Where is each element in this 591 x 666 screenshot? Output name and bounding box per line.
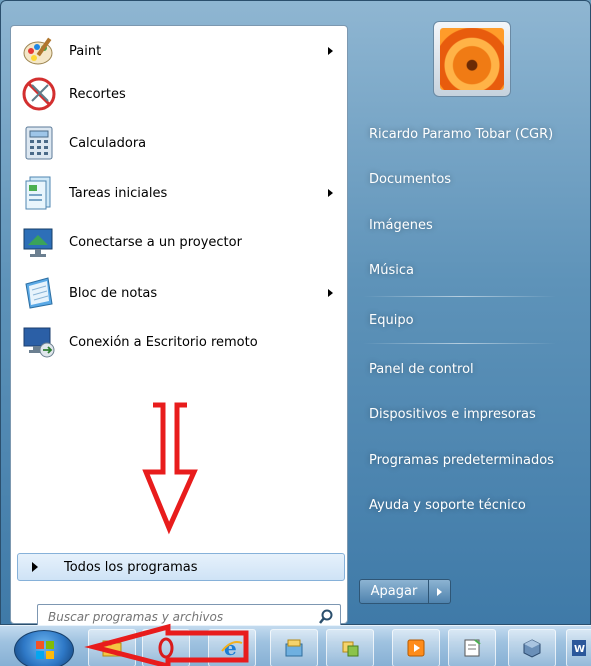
media-player-icon	[407, 639, 425, 657]
program-tareas-iniciales[interactable]: Tareas iniciales	[15, 171, 343, 215]
projector-icon	[21, 224, 57, 260]
program-recortes[interactable]: Recortes	[15, 72, 343, 116]
user-picture[interactable]	[433, 21, 511, 97]
explorer-icon	[102, 640, 122, 657]
right-item-equipo[interactable]: Equipo	[361, 304, 576, 336]
right-item-panel-de-control[interactable]: Panel de control	[361, 353, 576, 385]
notepad-icon	[464, 639, 481, 657]
program-label: Conexión a Escritorio remoto	[69, 334, 258, 350]
notepad-icon	[21, 275, 57, 311]
svg-text:W: W	[574, 644, 585, 655]
taskbar-paint[interactable]	[326, 629, 374, 666]
right-item-dispositivos[interactable]: Dispositivos e impresoras	[361, 398, 576, 430]
right-item-musica[interactable]: Música	[361, 254, 576, 286]
opera-icon	[158, 637, 174, 659]
taskbar-media-player[interactable]	[392, 629, 440, 666]
windows-logo-icon	[36, 641, 54, 659]
right-item-documentos[interactable]: Documentos	[361, 163, 576, 195]
program-label: Conectarse a un proyector	[69, 234, 242, 250]
submenu-arrow-icon[interactable]	[328, 289, 333, 297]
expand-arrow-icon	[32, 562, 38, 572]
taskbar-notepad[interactable]	[448, 629, 496, 666]
all-programs-button[interactable]: Todos los programas	[17, 553, 345, 581]
submenu-arrow-icon[interactable]	[328, 47, 333, 55]
taskbar-virtualbox[interactable]	[508, 629, 556, 666]
all-programs-label: Todos los programas	[64, 559, 198, 575]
separator	[363, 296, 556, 297]
program-label: Paint	[69, 43, 102, 59]
chevron-right-icon	[437, 587, 442, 596]
separator	[363, 343, 556, 344]
program-proyector[interactable]: Conectarse a un proyector	[15, 220, 343, 264]
program-label: Bloc de notas	[69, 285, 158, 301]
search-icon[interactable]	[318, 609, 334, 625]
remote-desktop-icon	[21, 324, 57, 360]
folder-icon	[285, 639, 303, 657]
right-item-user[interactable]: Ricardo Paramo Tobar (CGR)	[361, 118, 576, 150]
program-paint[interactable]: Paint	[15, 29, 343, 73]
program-label: Tareas iniciales	[69, 185, 168, 201]
taskbar-opera[interactable]	[142, 629, 190, 666]
taskbar-explorer[interactable]	[88, 629, 136, 666]
getting-started-icon	[21, 175, 57, 211]
word-icon: W	[572, 640, 586, 656]
scissors-icon	[21, 76, 57, 112]
program-bloc-de-notas[interactable]: Bloc de notas	[15, 271, 343, 315]
taskbar-word[interactable]: W	[566, 629, 591, 666]
paint-icon	[342, 641, 359, 657]
virtualbox-icon	[523, 639, 541, 658]
start-menu: Paint Recortes Calculadora Tareas inicia…	[0, 0, 591, 630]
taskbar-internet-explorer[interactable]: e	[208, 629, 256, 666]
right-item-programas-predeterminados[interactable]: Programas predeterminados	[361, 444, 576, 476]
taskbar-folder[interactable]	[270, 629, 318, 666]
programs-pane: Paint Recortes Calculadora Tareas inicia…	[10, 25, 348, 630]
program-label: Recortes	[69, 86, 126, 102]
program-escritorio-remoto[interactable]: Conexión a Escritorio remoto	[15, 320, 343, 364]
submenu-arrow-icon[interactable]	[328, 189, 333, 197]
taskbar: e W	[0, 625, 591, 666]
program-calculadora[interactable]: Calculadora	[15, 121, 343, 165]
start-orb-button[interactable]	[14, 630, 74, 666]
flower-avatar-image	[440, 28, 504, 90]
calculator-icon	[21, 125, 57, 161]
right-item-imagenes[interactable]: Imágenes	[361, 209, 576, 241]
program-label: Calculadora	[69, 135, 147, 151]
shutdown-button[interactable]: Apagar	[359, 579, 429, 604]
right-item-ayuda[interactable]: Ayuda y soporte técnico	[361, 489, 576, 521]
shutdown-options-button[interactable]	[429, 579, 451, 604]
paint-icon	[21, 33, 57, 69]
ie-icon: e	[221, 637, 243, 659]
